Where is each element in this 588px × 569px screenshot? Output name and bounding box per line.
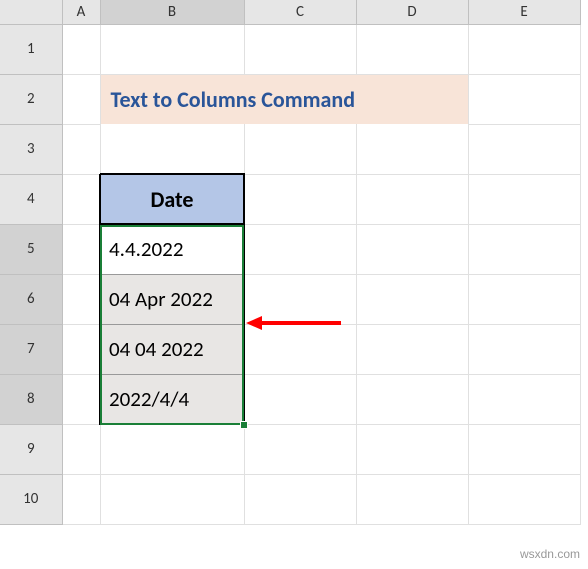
row-header-10[interactable]: 10 [0,474,62,524]
cell-C4[interactable] [244,174,356,224]
cell-E5[interactable] [468,224,580,274]
cell-E10[interactable] [468,474,580,524]
cell-E4[interactable] [468,174,580,224]
cell-D5[interactable] [356,224,468,274]
cell-D7[interactable] [356,324,468,374]
cell-E8[interactable] [468,374,580,424]
cell-E6[interactable] [468,274,580,324]
cell-D8[interactable] [356,374,468,424]
cell-C9[interactable] [244,424,356,474]
cell-B2-title[interactable]: Text to Columns Command [100,74,468,124]
cell-D3[interactable] [356,124,468,174]
cell-A5[interactable] [62,224,100,274]
cell-B9[interactable] [100,424,244,474]
cell-C8[interactable] [244,374,356,424]
row-header-4[interactable]: 4 [0,174,62,224]
cell-A6[interactable] [62,274,100,324]
cell-B5[interactable]: 4.4.2022 [100,224,244,274]
row-header-7[interactable]: 7 [0,324,62,374]
col-header-D[interactable]: D [356,0,468,24]
cell-A2[interactable] [62,74,100,124]
row-header-1[interactable]: 1 [0,24,62,74]
cell-D4[interactable] [356,174,468,224]
col-header-B[interactable]: B [100,0,244,24]
row-header-9[interactable]: 9 [0,424,62,474]
row-header-6[interactable]: 6 [0,274,62,324]
cell-E9[interactable] [468,424,580,474]
cell-E1[interactable] [468,24,580,74]
cell-D1[interactable] [356,24,468,74]
cell-E2[interactable] [468,74,580,124]
select-all-corner[interactable] [0,0,62,24]
row-header-3[interactable]: 3 [0,124,62,174]
col-header-A[interactable]: A [62,0,100,24]
cell-B10[interactable] [100,474,244,524]
cell-D6[interactable] [356,274,468,324]
cell-A8[interactable] [62,374,100,424]
pointer-arrow-icon [246,313,346,333]
cell-B3[interactable] [100,124,244,174]
col-header-C[interactable]: C [244,0,356,24]
spreadsheet-grid: A B C D E 1 2 Text to Columns Command 3 … [0,0,581,525]
cell-B4-header[interactable]: Date [100,174,244,224]
cell-D9[interactable] [356,424,468,474]
cell-A1[interactable] [62,24,100,74]
cell-D10[interactable] [356,474,468,524]
cell-E3[interactable] [468,124,580,174]
cell-B7[interactable]: 04 04 2022 [100,324,244,374]
cell-B8[interactable]: 2022/4/4 [100,374,244,424]
row-header-2[interactable]: 2 [0,74,62,124]
cell-B1[interactable] [100,24,244,74]
cell-A7[interactable] [62,324,100,374]
col-header-E[interactable]: E [468,0,580,24]
cell-C5[interactable] [244,224,356,274]
cell-B6[interactable]: 04 Apr 2022 [100,274,244,324]
row-header-5[interactable]: 5 [0,224,62,274]
watermark-text: wsxdn.com [520,547,580,561]
cell-A4[interactable] [62,174,100,224]
fill-handle[interactable] [240,421,248,429]
cell-C1[interactable] [244,24,356,74]
cell-A9[interactable] [62,424,100,474]
cell-A10[interactable] [62,474,100,524]
row-header-8[interactable]: 8 [0,374,62,424]
cell-E7[interactable] [468,324,580,374]
cell-C3[interactable] [244,124,356,174]
cell-C10[interactable] [244,474,356,524]
cell-A3[interactable] [62,124,100,174]
